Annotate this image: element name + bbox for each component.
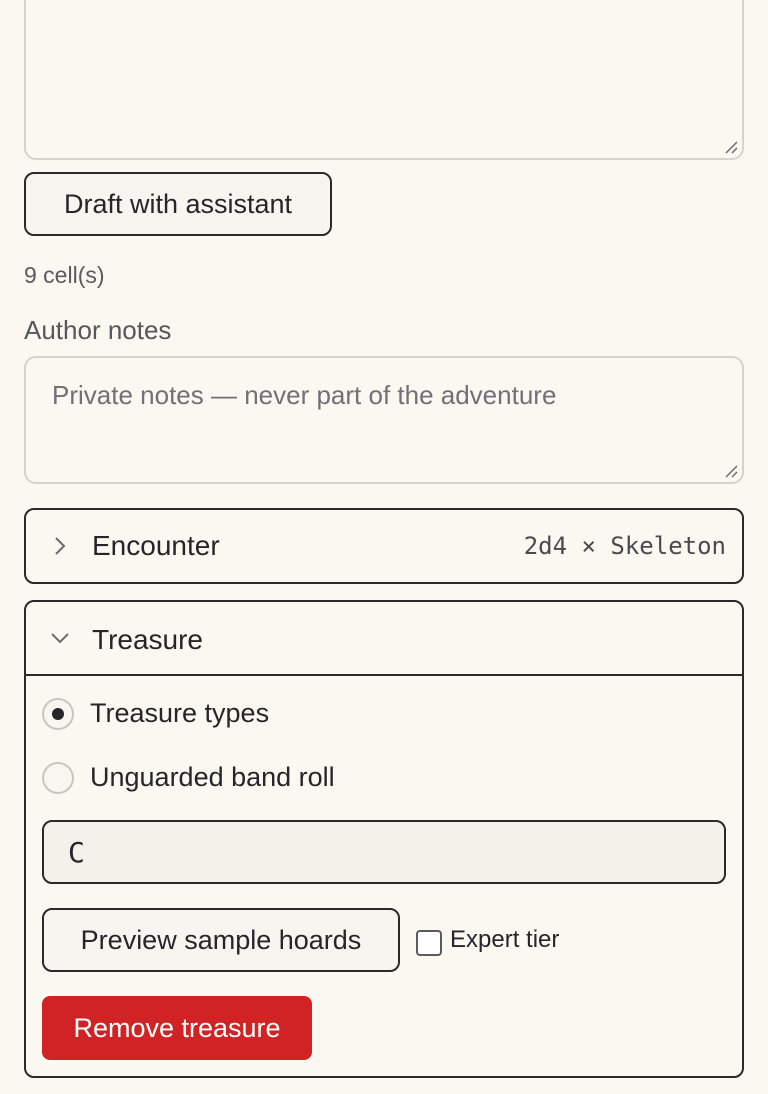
resize-handle-icon[interactable] bbox=[724, 140, 738, 154]
chevron-down-icon bbox=[51, 633, 69, 644]
encounter-header[interactable]: Encounter 2d4 × Skeleton bbox=[26, 510, 742, 582]
author-notes-field[interactable]: Private notes — never part of the advent… bbox=[24, 356, 744, 484]
author-notes-label: Author notes bbox=[24, 315, 172, 345]
encounter-panel: Encounter 2d4 × Skeleton bbox=[24, 508, 744, 584]
draft-with-assistant-button[interactable]: Draft with assistant bbox=[24, 172, 332, 236]
remove-treasure-button[interactable]: Remove treasure bbox=[42, 996, 312, 1060]
expert-tier-checkbox[interactable] bbox=[416, 930, 442, 956]
treasure-header[interactable]: Treasure bbox=[26, 602, 742, 676]
preview-sample-hoards-button[interactable]: Preview sample hoards bbox=[42, 908, 400, 972]
resize-handle-icon[interactable] bbox=[724, 464, 738, 478]
author-notes-placeholder: Private notes — never part of the advent… bbox=[52, 380, 557, 410]
treasure-types-label: Treasure types bbox=[90, 698, 270, 728]
treasure-type-input[interactable]: C bbox=[42, 820, 726, 884]
unguarded-band-roll-radio[interactable] bbox=[42, 762, 74, 794]
treasure-panel: Treasure Treasure types Unguarded band r… bbox=[24, 600, 744, 1078]
treasure-type-value: C bbox=[68, 836, 85, 869]
chevron-right-icon bbox=[55, 537, 66, 555]
cell-count: 9 cell(s) bbox=[24, 262, 105, 288]
description-textarea[interactable] bbox=[24, 0, 744, 160]
encounter-title: Encounter bbox=[92, 530, 220, 561]
unguarded-band-roll-label: Unguarded band roll bbox=[90, 762, 335, 792]
encounter-summary: 2d4 × Skeleton bbox=[523, 532, 726, 560]
expert-tier-label: Expert tier bbox=[450, 926, 560, 953]
treasure-title: Treasure bbox=[92, 624, 204, 655]
treasure-types-radio[interactable] bbox=[42, 698, 74, 730]
